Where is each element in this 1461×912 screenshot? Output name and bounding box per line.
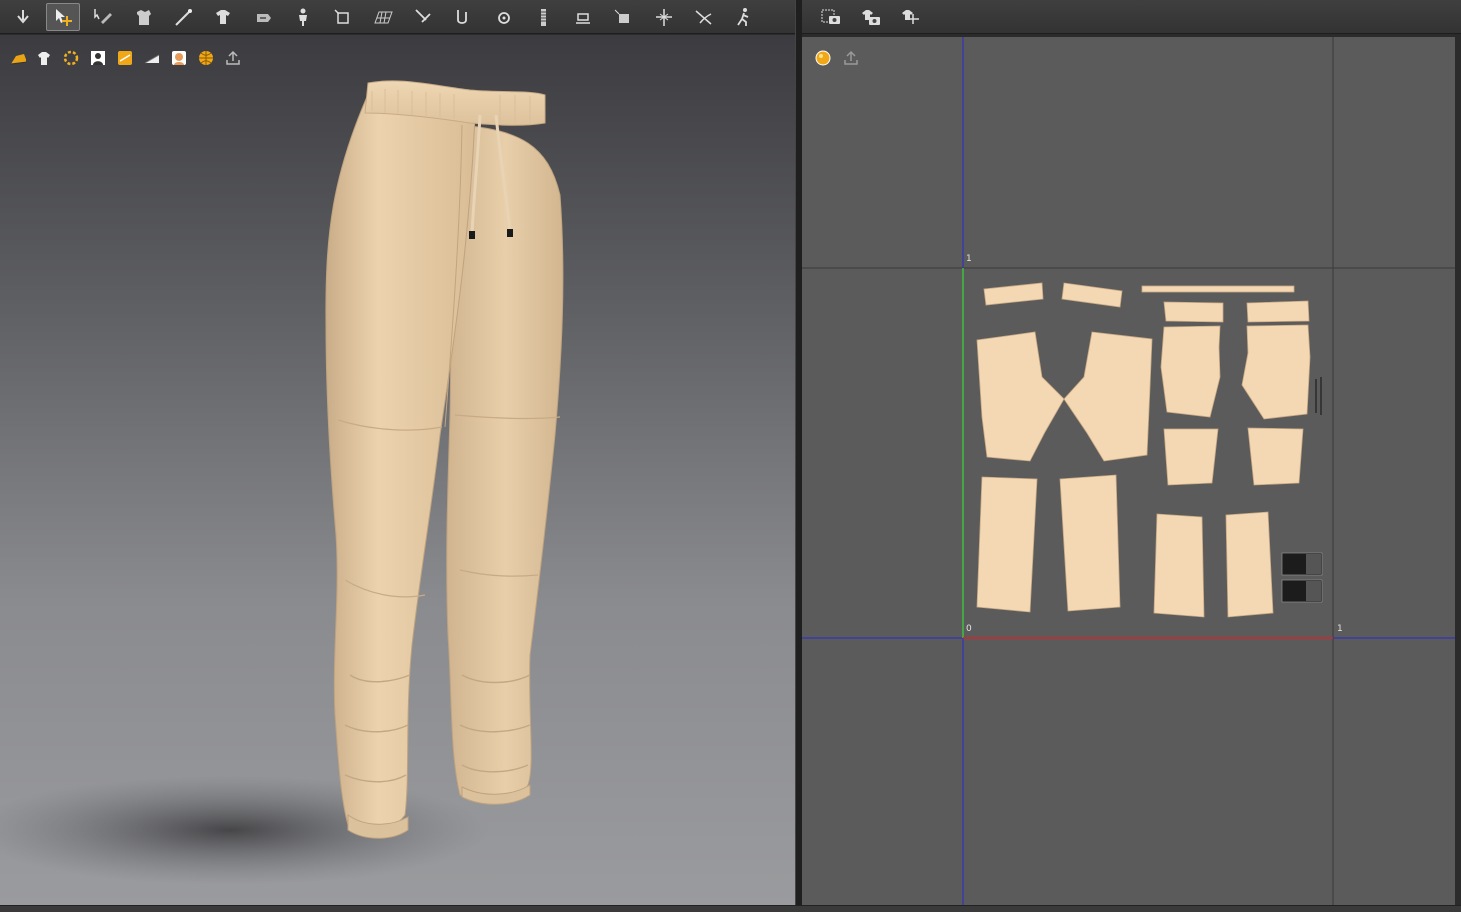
ground-shadow <box>0 775 490 885</box>
select-move-icon <box>56 8 72 26</box>
uv-label-v-max: 1 <box>966 254 972 264</box>
simulate-icon <box>17 9 29 24</box>
uv-piece-mid-right[interactable] <box>1247 427 1304 486</box>
uv-piece-lower-front-left[interactable] <box>976 476 1038 613</box>
drawstring-tip-left <box>469 231 475 239</box>
edit-curvature-icon <box>175 8 192 26</box>
pin-icon <box>415 8 431 23</box>
uv-arrange-icon <box>902 9 919 24</box>
align-icon <box>656 8 672 26</box>
tack-icon <box>257 13 271 22</box>
zipper-button[interactable] <box>526 3 560 31</box>
button-button[interactable] <box>486 3 520 31</box>
align-button[interactable] <box>646 3 680 31</box>
garment-fit-icon <box>216 9 230 24</box>
uv-piece-mid-left[interactable] <box>1163 428 1219 486</box>
measure-icon <box>576 12 590 24</box>
texture-mesh-button[interactable] <box>366 3 400 31</box>
transform-pattern-button[interactable] <box>326 3 360 31</box>
garment-render[interactable] <box>0 35 795 905</box>
uv-label-origin: 0 <box>966 624 972 634</box>
snapshot-3d-button[interactable] <box>853 3 887 31</box>
select-mesh-icon <box>94 8 112 24</box>
flatten-icon <box>614 9 629 23</box>
uv-piece-back-upper-right[interactable] <box>1241 324 1311 420</box>
attach-button[interactable] <box>446 3 480 31</box>
uv-piece-lower-front-right[interactable] <box>1059 474 1121 612</box>
pin-button[interactable] <box>406 3 440 31</box>
toolbar-2d <box>801 0 1461 34</box>
uv-piece-drawstring[interactable] <box>1141 285 1295 293</box>
uv-piece-front-upper-right[interactable] <box>1063 331 1153 462</box>
walk-button[interactable] <box>726 3 760 31</box>
button-icon <box>498 11 510 24</box>
cut-icon <box>695 9 712 25</box>
transform-pattern-icon <box>334 8 349 24</box>
texture-mesh-icon <box>374 11 393 23</box>
attach-icon <box>457 9 467 24</box>
uv-piece-lower-back-right[interactable] <box>1225 511 1274 618</box>
select-move-button[interactable] <box>46 2 80 31</box>
walk-icon <box>737 7 749 26</box>
uv-piece-pocket-1[interactable] <box>983 282 1044 306</box>
garment-fit-button[interactable] <box>206 3 240 31</box>
fold-arrangement-button[interactable] <box>126 3 160 31</box>
uv-arrange-button[interactable] <box>893 3 927 31</box>
uv-piece-stoppers <box>1281 552 1323 603</box>
flatten-button[interactable] <box>606 3 640 31</box>
select-mesh-button[interactable] <box>86 3 120 31</box>
fold-arrangement-icon <box>137 9 151 25</box>
drawstring-tip-right <box>507 229 513 237</box>
viewport-2d-uv[interactable]: 1 0 1 <box>802 37 1455 905</box>
uv-label-u-max: 1 <box>1337 624 1343 634</box>
uv-piece-front-upper-left[interactable] <box>976 331 1065 462</box>
viewport-3d[interactable] <box>0 35 795 905</box>
simulate-button[interactable] <box>6 3 40 31</box>
snapshot-2d-icon <box>821 9 840 24</box>
uv-piece-back-upper-left[interactable] <box>1160 325 1221 418</box>
cut-button[interactable] <box>686 3 720 31</box>
snapshot-3d-icon <box>862 9 880 25</box>
uv-piece-waistband-1[interactable] <box>1163 301 1224 323</box>
snapshot-2d-button[interactable] <box>813 3 847 31</box>
edit-curvature-button[interactable] <box>166 3 200 31</box>
tack-button[interactable] <box>246 3 280 31</box>
uv-piece-waistband-2[interactable] <box>1246 300 1310 323</box>
uv-piece-pocket-2[interactable] <box>1061 282 1123 308</box>
avatar-measure-button[interactable] <box>286 3 320 31</box>
measure-button[interactable] <box>566 3 600 31</box>
uv-piece-lower-back-left[interactable] <box>1153 513 1205 618</box>
toolbar-3d <box>0 0 795 34</box>
uv-canvas[interactable] <box>802 37 1455 905</box>
avatar-measure-icon <box>299 8 307 26</box>
uv-pattern-pieces[interactable] <box>976 282 1311 618</box>
viewport-splitter[interactable] <box>795 0 802 911</box>
zipper-icon <box>541 8 546 26</box>
